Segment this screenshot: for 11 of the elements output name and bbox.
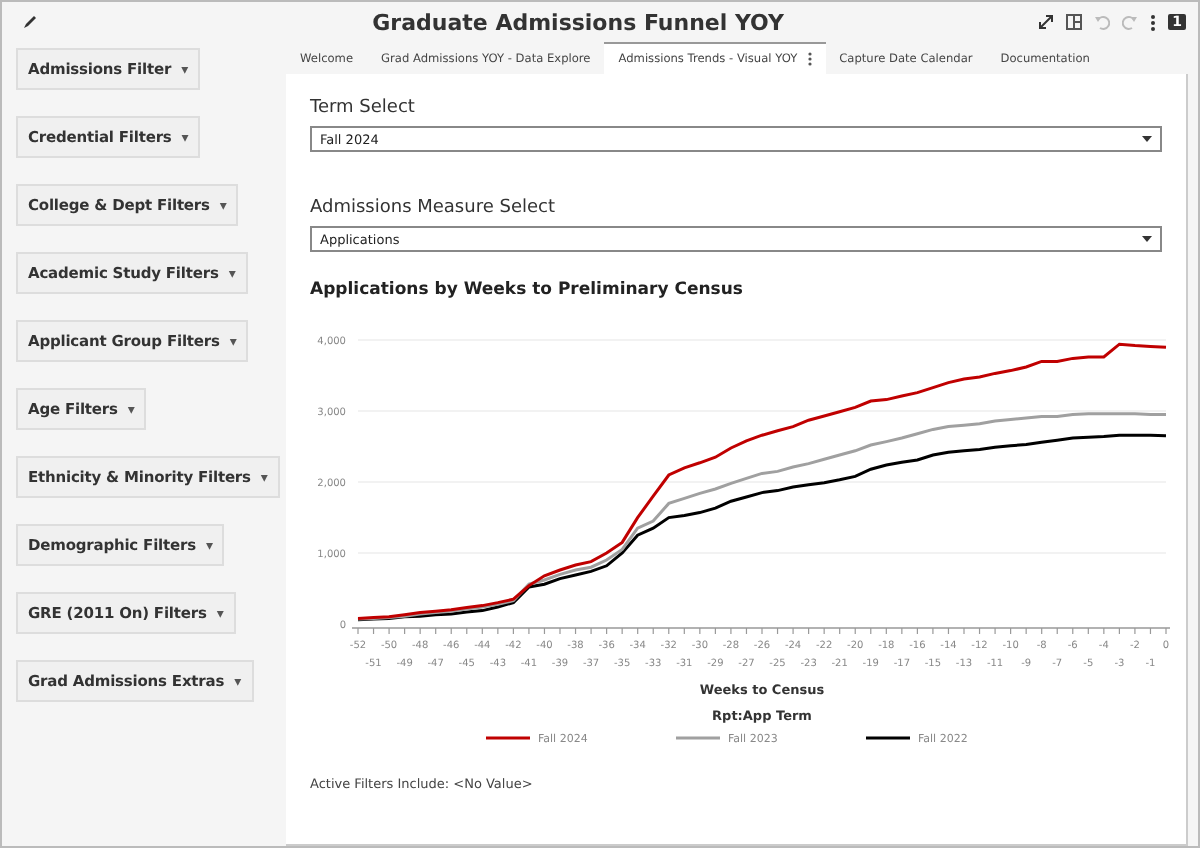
- caret-icon: [1142, 236, 1152, 242]
- field-label: Term Select: [310, 98, 417, 118]
- chart-title: Applications by Weeks to Preliminary Census: [310, 280, 745, 300]
- layout-icon[interactable]: [1066, 14, 1083, 30]
- report-title: Graduate Admissions Funnel YOY: [370, 9, 786, 35]
- caret-icon: [1142, 136, 1152, 142]
- more-icon[interactable]: [807, 52, 812, 66]
- more-icon[interactable]: [1150, 13, 1157, 31]
- field-label: Admissions Measure Select: [310, 198, 557, 218]
- pencil-icon[interactable]: [22, 14, 38, 30]
- expand-icon[interactable]: [1038, 14, 1055, 30]
